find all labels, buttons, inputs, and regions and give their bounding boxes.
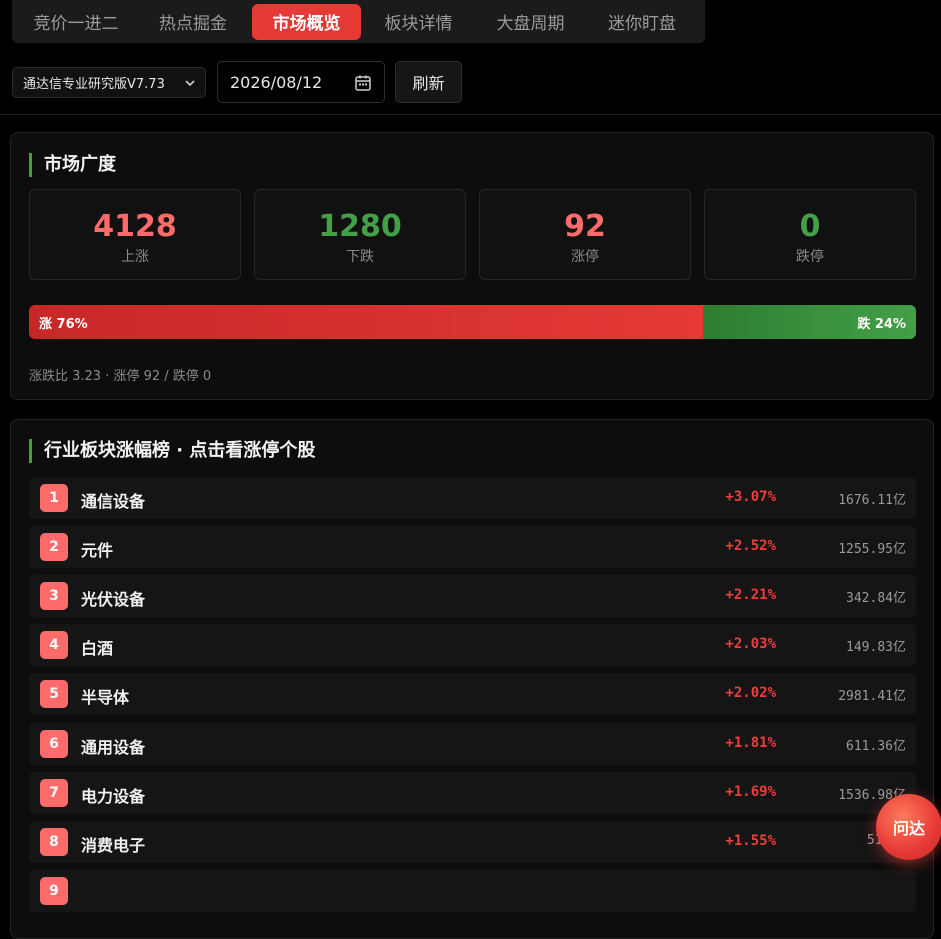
market-breadth-title: 市场广度 [29,153,116,177]
toolbar-divider [0,114,941,115]
sector-row[interactable]: 3 光伏设备 +2.21% 342.84亿 [29,575,916,617]
calendar-icon[interactable] [354,74,372,92]
sector-rank: 7 [40,779,68,807]
date-input[interactable]: 2026/08/12 [217,61,385,103]
tab-mini-monitor[interactable]: 迷你盯盘 [585,4,699,40]
sector-row[interactable]: 8 消费电子 +1.55% 513.1 [29,821,916,863]
tab-auction[interactable]: 竞价一进二 [18,4,134,40]
sector-name: 元件 [81,541,114,560]
sector-rank: 4 [40,631,68,659]
tab-sector-detail[interactable]: 板块详情 [361,4,476,40]
stat-decliners: 1280 下跌 [254,189,466,280]
ask-assistant-button[interactable]: 问达 [876,794,941,860]
sector-row[interactable]: 2 元件 +2.52% 1255.95亿 [29,526,916,568]
stat-limit-down-label: 跌停 [796,249,824,265]
sector-name: 电力设备 [81,787,146,806]
chevron-down-icon [185,80,195,87]
breadth-up-segment: 涨 76% [29,305,704,339]
date-value: 2026/08/12 [230,72,323,92]
sector-change: +1.55% [725,833,776,849]
sector-amount: 611.36亿 [846,739,906,754]
sector-amount: 2981.41亿 [838,689,906,704]
stat-limit-up-label: 涨停 [571,249,599,265]
sector-change: +2.52% [725,538,776,554]
sector-rank: 5 [40,680,68,708]
sector-amount: 342.84亿 [846,591,906,606]
sector-name: 通信设备 [81,492,146,511]
sector-change: +2.21% [725,587,776,603]
stat-limit-down: 0 跌停 [704,189,916,280]
tab-hotspot[interactable]: 热点掘金 [134,4,252,40]
stat-limit-up: 92 涨停 [479,189,691,280]
sector-rank: 1 [40,484,68,512]
tab-market-cycle[interactable]: 大盘周期 [476,4,585,40]
sector-name: 半导体 [81,688,130,707]
sector-change: +2.02% [725,685,776,701]
sector-ranking-card: 行业板块涨幅榜 · 点击看涨停个股 1 通信设备 +3.07% 1676.11亿… [10,419,934,939]
sector-amount: 149.83亿 [846,640,906,655]
sector-rank: 8 [40,828,68,856]
sector-change: +1.81% [725,735,776,751]
sector-change: +3.07% [725,489,776,505]
toolbar: 通达信专业研究版V7.73 2026/08/12 刷新 [12,61,941,103]
stat-advancers-value: 4128 [93,209,177,244]
nav-tabs: 竞价一进二 热点掘金 市场概览 板块详情 大盘周期 迷你盯盘 [12,0,705,43]
sector-row[interactable]: 6 通用设备 +1.81% 611.36亿 [29,723,916,765]
breadth-ratio-bar: 涨 76% 跌 24% [29,305,916,339]
sector-row[interactable]: 5 半导体 +2.02% 2981.41亿 [29,673,916,715]
data-source-select[interactable]: 通达信专业研究版V7.73 [12,67,206,98]
sector-rank: 6 [40,730,68,758]
sector-row[interactable]: 9 [29,870,916,912]
sector-name: 通用设备 [81,738,146,757]
breadth-summary: 涨跌比 3.23 · 涨停 92 / 跌停 0 [29,369,212,384]
stat-limit-up-value: 92 [564,209,606,244]
sector-name: 光伏设备 [81,590,146,609]
stat-decliners-label: 下跌 [346,249,374,265]
sector-change: +2.03% [725,636,776,652]
sector-row[interactable]: 4 白酒 +2.03% 149.83亿 [29,624,916,666]
sector-name: 白酒 [81,639,114,658]
refresh-button[interactable]: 刷新 [395,61,462,103]
market-breadth-card: 市场广度 4128 上涨 1280 下跌 92 涨停 0 跌停 涨 76% 跌 … [10,132,934,400]
breadth-down-segment: 跌 24% [703,305,916,339]
sector-rank: 3 [40,582,68,610]
sector-ranking-title: 行业板块涨幅榜 · 点击看涨停个股 [29,439,315,463]
stat-advancers-label: 上涨 [121,249,149,265]
stat-limit-down-value: 0 [799,209,821,244]
sector-rank: 9 [40,877,68,905]
data-source-value: 通达信专业研究版V7.73 [23,77,165,92]
sector-amount: 1676.11亿 [838,493,906,508]
sector-change: +1.69% [725,784,776,800]
stat-decliners-value: 1280 [318,209,402,244]
sector-row[interactable]: 7 电力设备 +1.69% 1536.98亿 [29,772,916,814]
stat-advancers: 4128 上涨 [29,189,241,280]
sector-row[interactable]: 1 通信设备 +3.07% 1676.11亿 [29,477,916,519]
sector-name: 消费电子 [81,836,146,855]
tab-market-overview[interactable]: 市场概览 [252,3,361,40]
sector-rank: 2 [40,533,68,561]
sector-amount: 1255.95亿 [838,542,906,557]
